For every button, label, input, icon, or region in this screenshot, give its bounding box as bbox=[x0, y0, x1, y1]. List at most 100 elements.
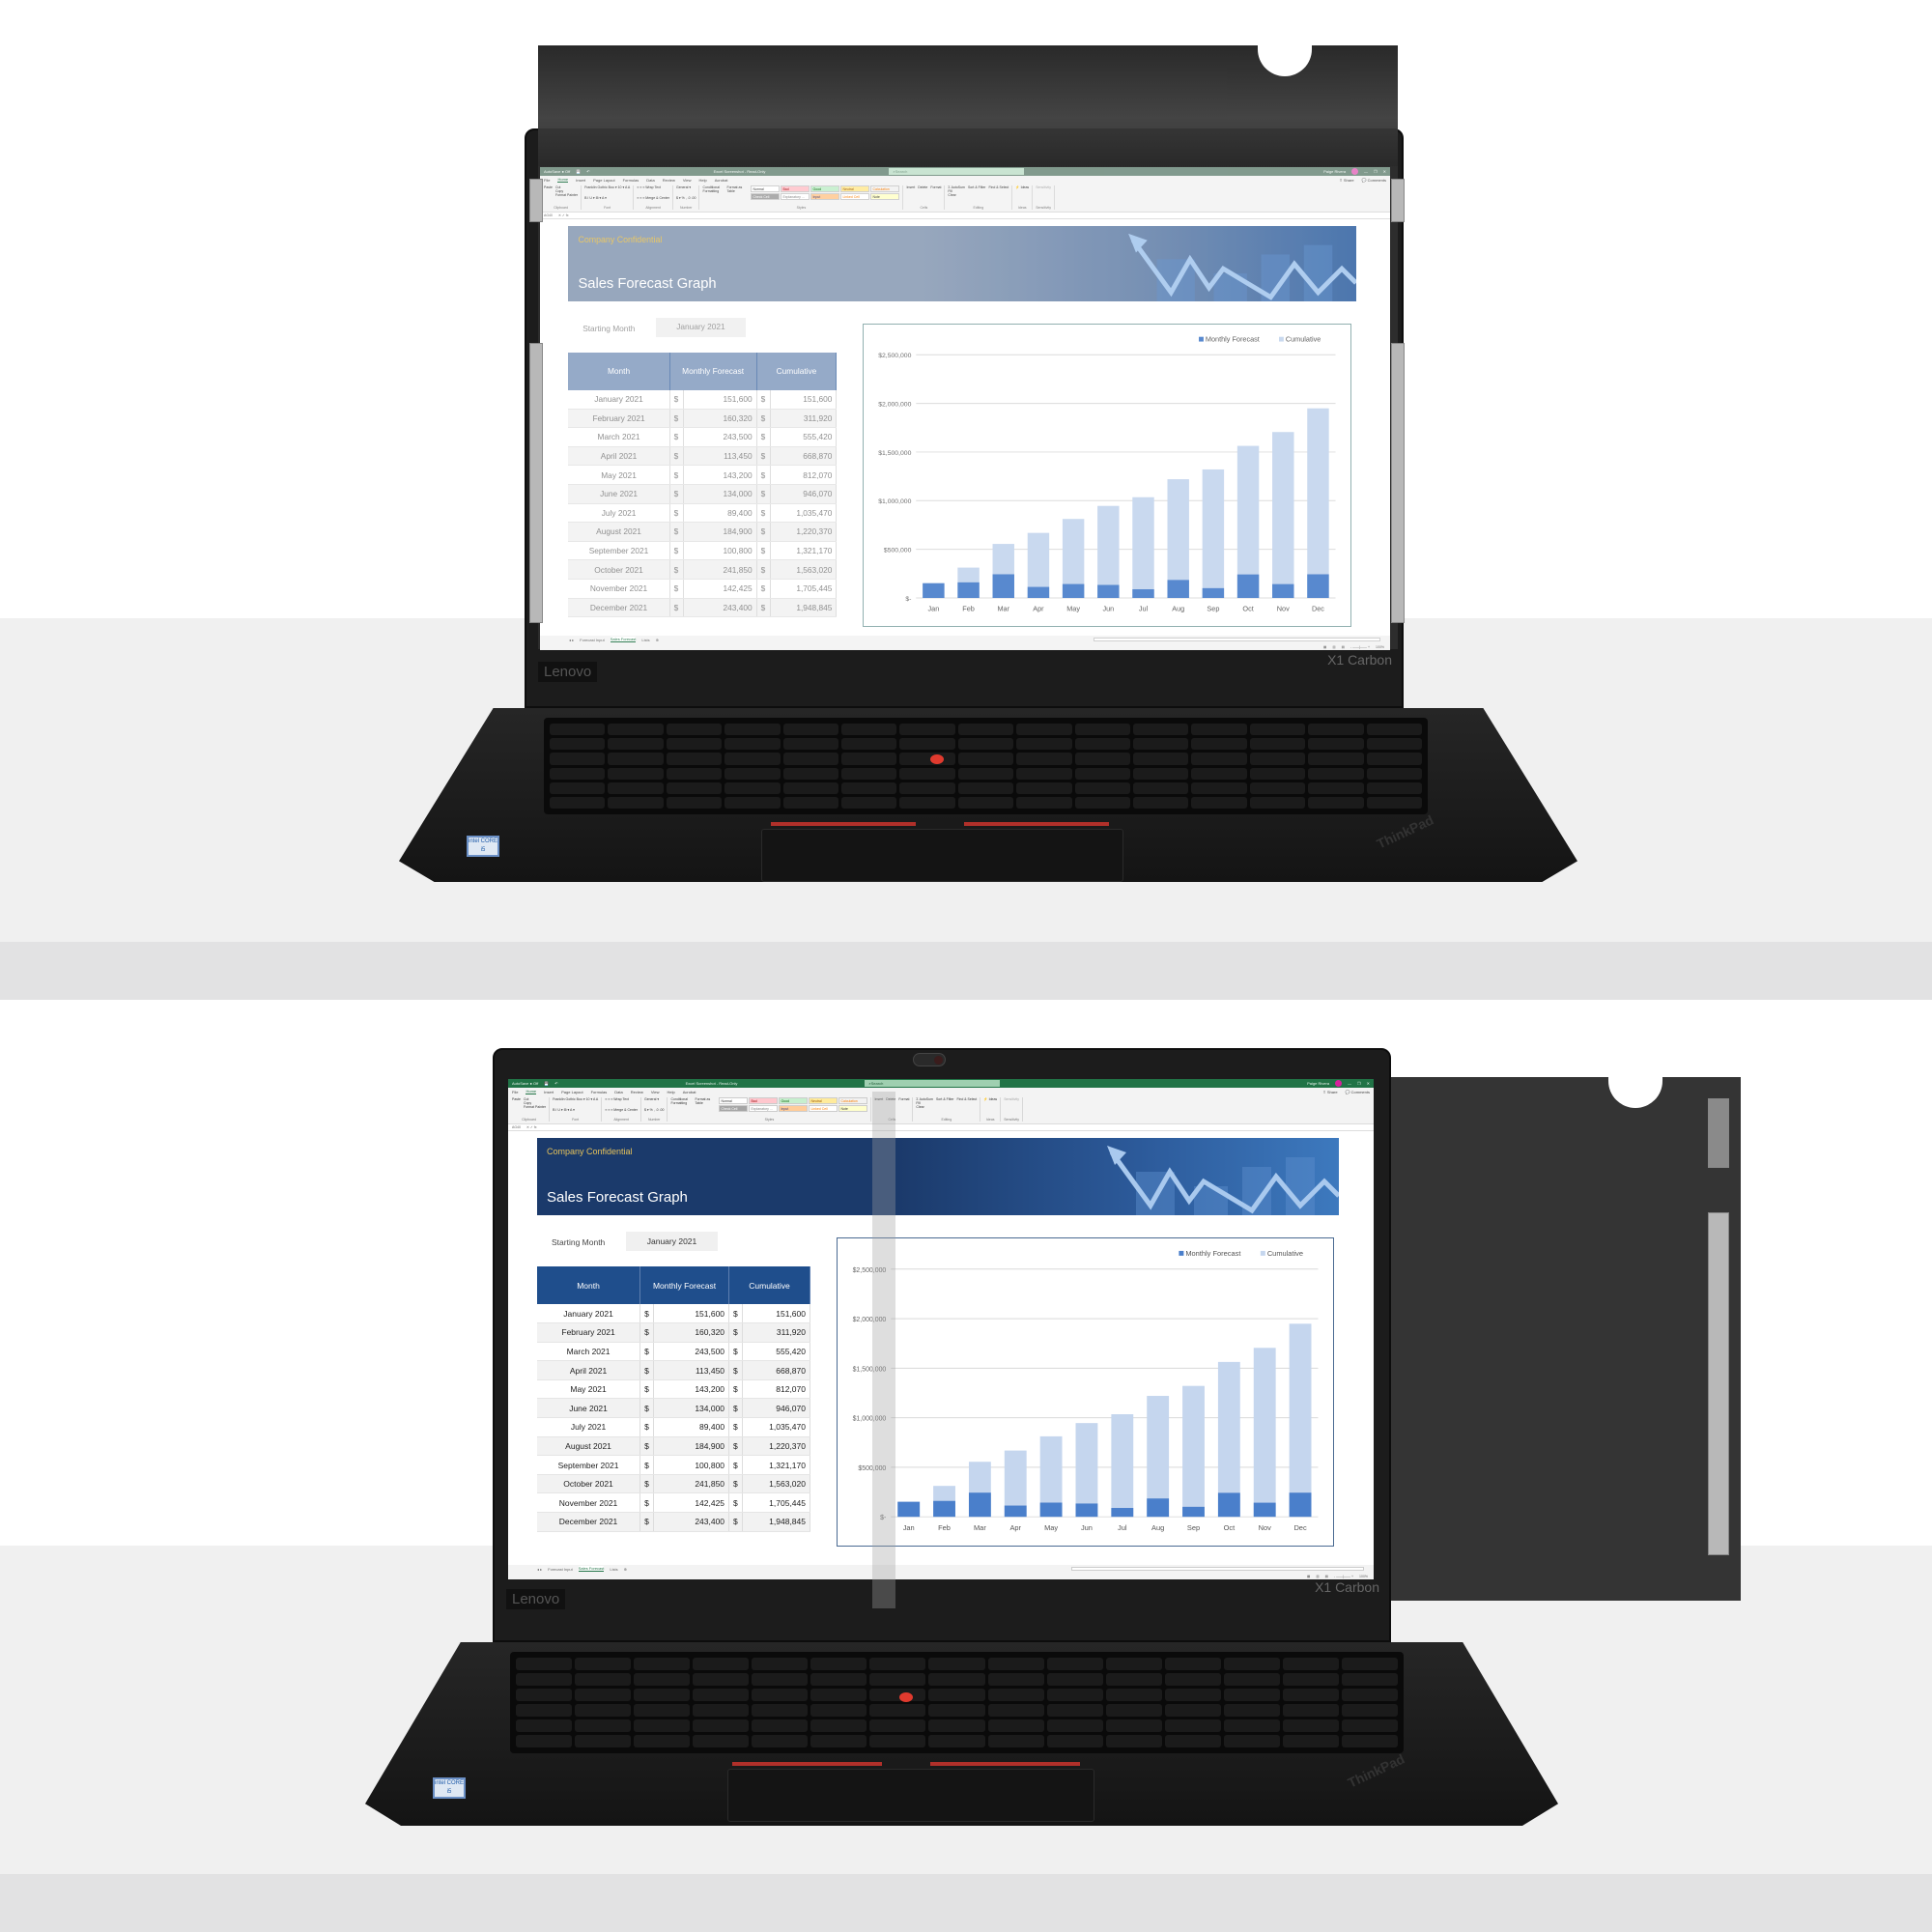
ideas-button[interactable]: ⚡ Ideas bbox=[983, 1097, 997, 1101]
formula-input[interactable] bbox=[542, 1124, 1370, 1130]
cell-cumulative[interactable]: 151,600 bbox=[742, 1304, 810, 1324]
style-linked-cell[interactable]: Linked Cell bbox=[809, 1105, 838, 1112]
cell-month[interactable]: September 2021 bbox=[537, 1455, 641, 1475]
search-box[interactable]: ⌕ Search bbox=[865, 1080, 1001, 1087]
style-normal[interactable]: Normal bbox=[719, 1097, 749, 1104]
col-header-monthly-forecast[interactable]: Monthly Forecast bbox=[639, 1266, 730, 1304]
cell-monthly-forecast[interactable]: 100,800 bbox=[653, 1455, 730, 1475]
cell-month[interactable]: January 2021 bbox=[537, 1304, 641, 1324]
starting-month-value[interactable]: January 2021 bbox=[626, 1232, 718, 1251]
sheet-tab-lists[interactable]: Lists bbox=[610, 1567, 617, 1572]
cell-month[interactable]: June 2021 bbox=[537, 1398, 641, 1419]
cell-currency[interactable]: $ bbox=[728, 1492, 744, 1514]
name-box[interactable]: AG40 bbox=[512, 1125, 521, 1129]
style-check-cell[interactable]: Check Cell bbox=[719, 1105, 749, 1112]
page-break-icon[interactable]: ▤ bbox=[1325, 1575, 1328, 1578]
cell-monthly-forecast[interactable]: 243,400 bbox=[653, 1512, 730, 1532]
user-avatar[interactable] bbox=[1335, 1080, 1343, 1087]
autosave-toggle[interactable]: AutoSave ● Off bbox=[512, 1081, 538, 1086]
style-bad[interactable]: Bad bbox=[749, 1097, 779, 1104]
conditional-formatting-button[interactable]: Conditional Formatting bbox=[670, 1097, 692, 1112]
col-header-cumulative[interactable]: Cumulative bbox=[728, 1266, 810, 1304]
tab-page-layout[interactable]: Page Layout bbox=[561, 1090, 582, 1094]
cell-currency[interactable]: $ bbox=[639, 1360, 655, 1380]
close-button[interactable]: ✕ bbox=[1367, 1081, 1370, 1086]
tab-review[interactable]: Review bbox=[631, 1090, 643, 1094]
cell-cumulative[interactable]: 555,420 bbox=[742, 1342, 810, 1362]
cell-cumulative[interactable]: 812,070 bbox=[742, 1379, 810, 1400]
cell-monthly-forecast[interactable]: 184,900 bbox=[653, 1436, 730, 1457]
tab-file[interactable]: File bbox=[512, 1090, 518, 1094]
cell-monthly-forecast[interactable]: 241,850 bbox=[653, 1474, 730, 1494]
merge-center-button[interactable]: Merge & Center bbox=[613, 1108, 638, 1112]
sheet-nav-arrows[interactable]: ◂ ▸ bbox=[537, 1567, 542, 1572]
cell-cumulative[interactable]: 946,070 bbox=[742, 1398, 810, 1419]
normal-view-icon[interactable]: ▦ bbox=[1307, 1575, 1310, 1578]
clear-button[interactable]: Clear bbox=[916, 1105, 933, 1109]
format-painter-button[interactable]: Format Painter bbox=[524, 1105, 546, 1109]
page-layout-icon[interactable]: ▥ bbox=[1316, 1575, 1319, 1578]
cell-monthly-forecast[interactable]: 243,500 bbox=[653, 1342, 730, 1362]
cell-month[interactable]: April 2021 bbox=[537, 1360, 641, 1380]
cell-monthly-forecast[interactable]: 113,450 bbox=[653, 1360, 730, 1380]
sort-filter-button[interactable]: Sort & Filter bbox=[936, 1097, 953, 1109]
privacy-filter-removed[interactable] bbox=[1391, 1075, 1741, 1601]
cell-currency[interactable]: $ bbox=[728, 1304, 744, 1324]
col-header-month[interactable]: Month bbox=[537, 1266, 641, 1304]
cell-month[interactable]: December 2021 bbox=[537, 1512, 641, 1532]
style-explanatory[interactable]: Explanatory ... bbox=[749, 1105, 779, 1112]
format-cells-button[interactable]: Format bbox=[898, 1097, 909, 1101]
number-format-buttons[interactable]: $ ▾ % , .0 .00 bbox=[644, 1108, 664, 1112]
cell-cumulative[interactable]: 1,321,170 bbox=[742, 1455, 810, 1475]
minimize-button[interactable]: — bbox=[1348, 1081, 1351, 1086]
cell-currency[interactable]: $ bbox=[639, 1379, 655, 1400]
add-sheet-button[interactable]: ⊕ bbox=[624, 1567, 627, 1572]
cell-currency[interactable]: $ bbox=[728, 1360, 744, 1380]
cell-currency[interactable]: $ bbox=[728, 1474, 744, 1494]
tab-insert[interactable]: Insert bbox=[544, 1090, 554, 1094]
wrap-text-button[interactable]: Wrap Text bbox=[613, 1097, 629, 1101]
font-size-select[interactable]: 10 bbox=[586, 1097, 590, 1101]
cell-monthly-forecast[interactable]: 89,400 bbox=[653, 1417, 730, 1437]
sheet-tab-sales-forecast[interactable]: Sales Forecast bbox=[578, 1566, 605, 1572]
style-note[interactable]: Note bbox=[838, 1105, 868, 1112]
horizontal-scrollbar[interactable] bbox=[1070, 1567, 1364, 1571]
restore-button[interactable]: ❐ bbox=[1357, 1081, 1361, 1086]
cell-currency[interactable]: $ bbox=[639, 1322, 655, 1343]
undo-icon[interactable]: ↶ bbox=[554, 1081, 557, 1086]
tab-view[interactable]: View bbox=[651, 1090, 660, 1094]
paste-button[interactable]: Paste bbox=[512, 1097, 521, 1109]
cell-monthly-forecast[interactable]: 160,320 bbox=[653, 1322, 730, 1343]
cell-monthly-forecast[interactable]: 143,200 bbox=[653, 1379, 730, 1400]
save-icon[interactable]: 💾 bbox=[544, 1081, 549, 1086]
cell-month[interactable]: July 2021 bbox=[537, 1417, 641, 1437]
cell-month[interactable]: October 2021 bbox=[537, 1474, 641, 1494]
cell-currency[interactable]: $ bbox=[728, 1379, 744, 1400]
tab-data[interactable]: Data bbox=[614, 1090, 622, 1094]
cell-monthly-forecast[interactable]: 142,425 bbox=[653, 1492, 730, 1514]
cell-cumulative[interactable]: 668,870 bbox=[742, 1360, 810, 1380]
font-format-buttons[interactable]: B I U ▾ ⊞ ▾ A ▾ bbox=[553, 1108, 598, 1112]
cell-monthly-forecast[interactable]: 134,000 bbox=[653, 1398, 730, 1419]
cell-currency[interactable]: $ bbox=[639, 1417, 655, 1437]
cell-currency[interactable]: $ bbox=[639, 1436, 655, 1457]
cell-month[interactable]: November 2021 bbox=[537, 1492, 641, 1514]
tab-formulas[interactable]: Formulas bbox=[591, 1090, 608, 1094]
format-as-table-button[interactable]: Format as Table bbox=[695, 1097, 716, 1112]
cell-currency[interactable]: $ bbox=[728, 1417, 744, 1437]
find-select-button[interactable]: Find & Select bbox=[956, 1097, 977, 1109]
number-format-select[interactable]: General bbox=[644, 1097, 656, 1101]
cell-cumulative[interactable]: 1,948,845 bbox=[742, 1512, 810, 1532]
cell-currency[interactable]: $ bbox=[639, 1512, 655, 1532]
share-button[interactable]: ⇪ Share bbox=[1322, 1090, 1337, 1094]
cell-currency[interactable]: $ bbox=[639, 1455, 655, 1475]
cell-cumulative[interactable]: 1,563,020 bbox=[742, 1474, 810, 1494]
cell-cumulative[interactable]: 1,705,445 bbox=[742, 1492, 810, 1514]
cell-currency[interactable]: $ bbox=[639, 1304, 655, 1324]
sales-chart[interactable]: $- $500,000 $1,000,000 $1,500,000 $2,000,000… bbox=[837, 1237, 1334, 1547]
cell-cumulative[interactable]: 311,920 bbox=[742, 1322, 810, 1343]
sensitivity-button[interactable]: Sensitivity bbox=[1004, 1097, 1019, 1101]
tab-acrobat[interactable]: Acrobat bbox=[683, 1090, 696, 1094]
style-calculation[interactable]: Calculation bbox=[838, 1097, 868, 1104]
style-neutral[interactable]: Neutral bbox=[809, 1097, 838, 1104]
